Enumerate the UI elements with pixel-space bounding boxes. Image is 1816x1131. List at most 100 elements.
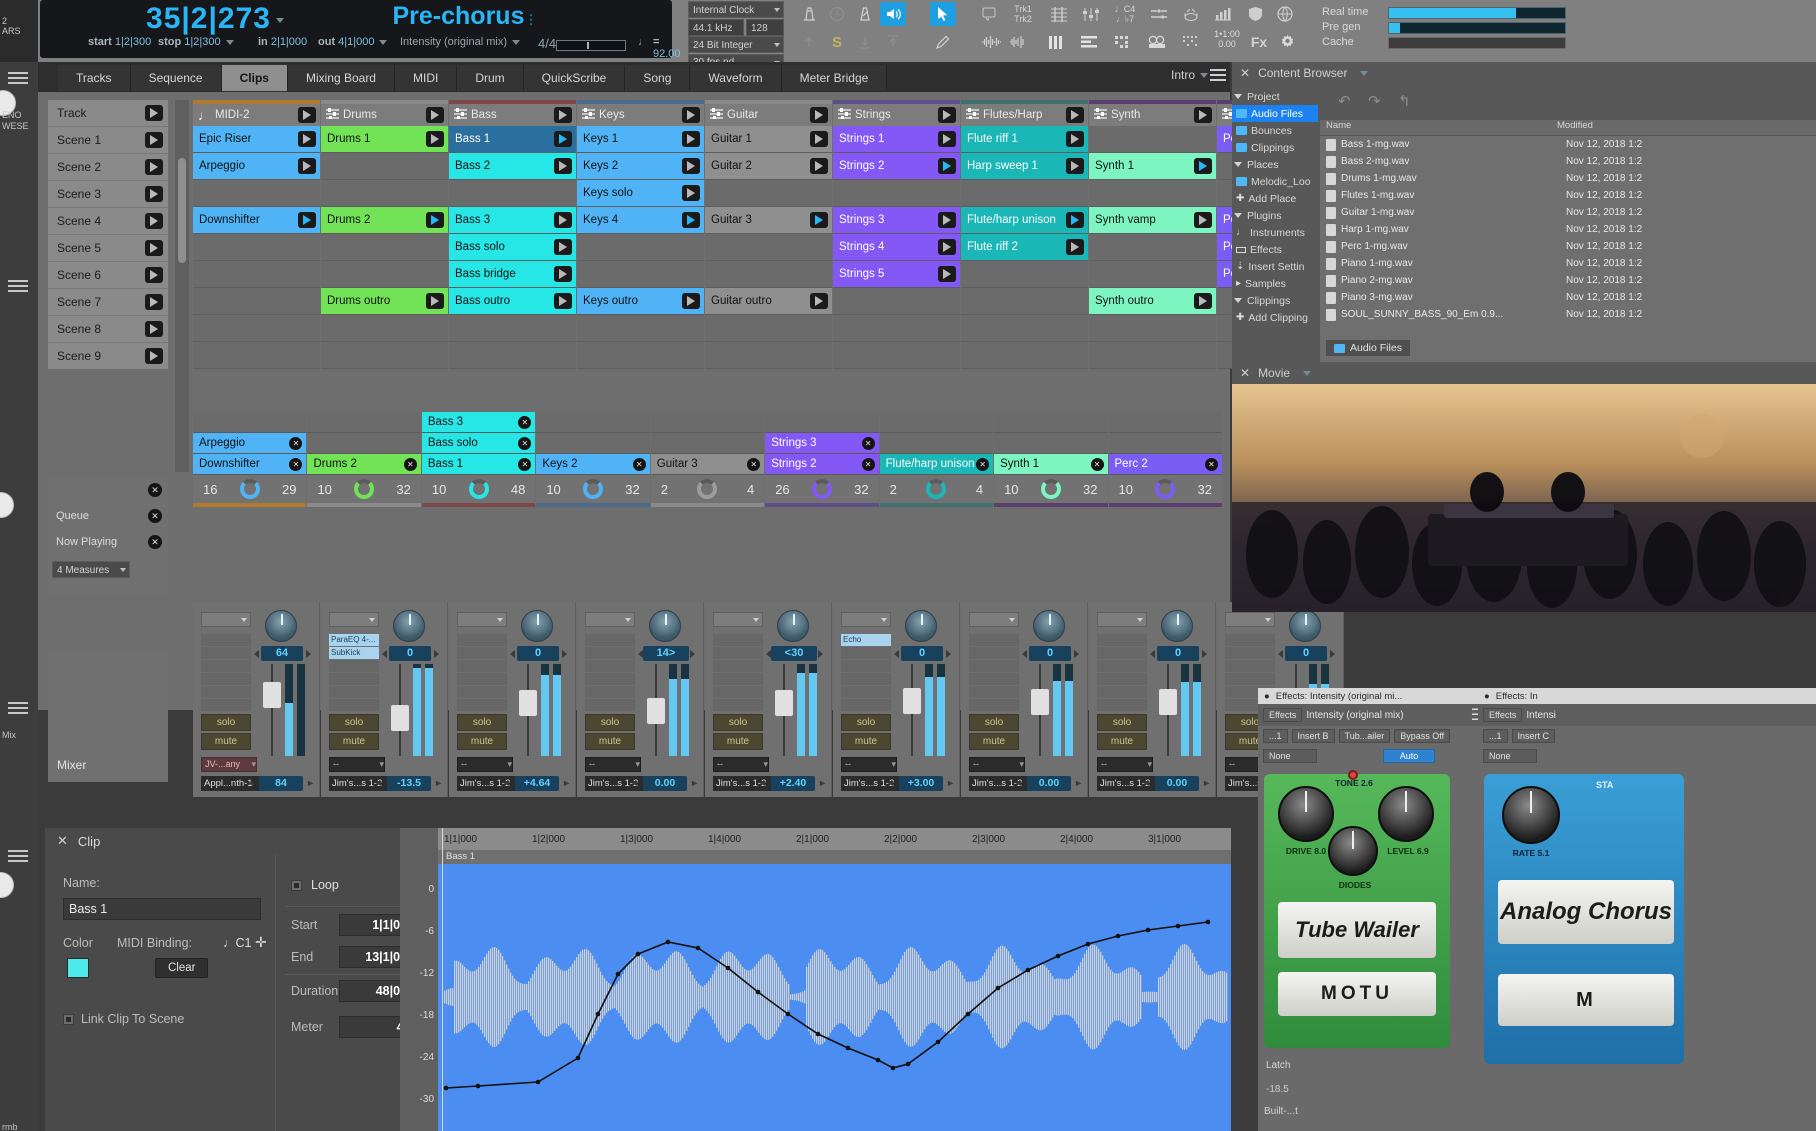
clip-cell[interactable]: Keys 1 [577,126,704,153]
insert-slot-2[interactable] [841,647,891,659]
file-row[interactable]: Bass 2-mg.wav Nov 12, 2018 1:2 [1320,153,1816,170]
now-playing-empty[interactable] [994,433,1108,454]
volume-decrement[interactable]: ◄ [1142,778,1151,788]
clip-cell-empty[interactable] [321,180,448,207]
clip-play-button[interactable] [554,131,572,147]
increment-arrow[interactable] [946,650,951,658]
pencil-tool-icon[interactable] [930,30,956,54]
clip-cell-empty[interactable] [1089,180,1216,207]
clip-play-button[interactable] [554,158,572,174]
midi-binding-value[interactable]: ♩C1 [223,936,251,950]
clock-icon[interactable] [824,2,850,26]
file-row[interactable]: Harp 1-mg.wav Nov 12, 2018 1:2 [1320,221,1816,238]
insert-slot-3[interactable] [841,660,891,672]
mute-button[interactable]: mute [1097,733,1147,750]
column-header[interactable]: Keys [577,104,704,126]
clip-cell-empty[interactable] [705,261,832,288]
rate-knob[interactable] [1502,786,1560,844]
volume-increment[interactable]: ► [946,778,955,788]
clip-cell[interactable]: Strings 4 [833,234,960,261]
clip-cell[interactable]: Strings 2 [833,153,960,180]
solo-button[interactable]: solo [841,714,891,731]
fx-icon[interactable]: Fx [1246,30,1272,54]
volume-decrement[interactable]: ◄ [630,778,639,788]
send-value[interactable]: 0 [1029,646,1071,661]
clip-play-button[interactable] [810,293,828,309]
send-value[interactable]: 0 [1157,646,1199,661]
slot-select[interactable]: ...1 [1263,729,1288,743]
clip-play-button[interactable] [810,158,828,174]
scene-play-button[interactable] [145,348,163,364]
close-icon[interactable]: ✕ [861,457,875,471]
volume-increment[interactable]: ► [562,778,571,788]
clips-vertical-scrollbar[interactable] [175,100,189,472]
output-select[interactable]: --▾ [457,757,513,772]
clip-cell-empty[interactable] [1089,261,1216,288]
tab-waveform[interactable]: Waveform [690,65,782,91]
insert-slot-5[interactable] [201,686,251,698]
clip-cell-empty[interactable] [193,342,320,369]
volume-value[interactable]: +4.64 [515,776,559,791]
volume-decrement[interactable]: ◄ [246,778,255,788]
solo-button[interactable]: solo [329,714,379,731]
clip-cell[interactable]: Arpeggio [193,153,320,180]
insert-slot-4[interactable] [457,673,507,685]
shield-icon[interactable] [1242,2,1268,26]
track-play-button[interactable] [1194,107,1212,123]
insert-slot-1[interactable]: ParaEQ 4-... [329,634,379,646]
output-select[interactable]: --▾ [713,757,769,772]
insert-slot-3[interactable] [201,660,251,672]
close-icon[interactable]: ✕ [632,457,646,471]
now-playing-empty[interactable] [193,412,307,433]
increment-arrow[interactable] [562,650,567,658]
now-playing-clip[interactable]: Bass 3 ✕ [421,412,536,433]
send-value[interactable]: <30 [771,646,817,661]
scene-row-4[interactable]: Scene 4 [48,207,168,234]
clip-cell[interactable]: Flute riff 2 [961,234,1088,261]
volume-fader[interactable] [1159,689,1177,716]
insert-slot-2[interactable] [713,647,763,659]
scene-row-2[interactable]: Scene 2 [48,153,168,180]
playhead[interactable] [442,828,443,1131]
volume-value[interactable]: +3.00 [899,776,943,791]
record-arm-icon[interactable] [796,30,822,54]
preset-name[interactable]: Intensity (original mix) [1306,710,1403,721]
chord-icon[interactable]: ♩C4 ♩♭7 [1110,0,1140,28]
start-value[interactable]: 1|2|300 [115,36,151,48]
track-play-button[interactable] [682,107,700,123]
volume-decrement[interactable]: ◄ [1014,778,1023,788]
clip-cell[interactable]: Synth 1 [1089,153,1216,180]
gear-icon[interactable] [1274,30,1300,54]
now-playing-clip[interactable]: Flute/harp unison ✕ [879,454,994,475]
scene-row-5[interactable]: Scene 5 [48,234,168,261]
mute-button[interactable]: mute [201,733,251,750]
clip-cell-empty[interactable] [577,234,704,261]
tab-tracks[interactable]: Tracks [58,65,131,91]
clip-play-button[interactable] [554,293,572,309]
input-select[interactable] [1097,612,1147,627]
now-playing-empty[interactable] [879,433,994,454]
punch-in-icon[interactable] [852,30,878,54]
tab-drum[interactable]: Drum [457,65,524,91]
tree-node-clippings[interactable]: Clippings [1232,292,1318,309]
send-knob[interactable] [905,610,937,642]
stop-value[interactable]: 1|2|300 [184,36,220,48]
tab-midi[interactable]: MIDI [394,65,458,91]
event-list-icon[interactable] [1076,30,1102,54]
menu-icon-2[interactable] [8,280,28,294]
metronome-click-icon[interactable] [796,2,822,26]
clip-cell-empty[interactable] [705,342,832,369]
clip-cell[interactable]: Bass outro [449,288,576,315]
now-playing-clip[interactable]: Synth 1 ✕ [994,454,1108,475]
decrement-arrow[interactable] [894,650,899,658]
clip-play-button[interactable] [298,131,316,147]
intensity-selector[interactable]: Intensity (original mix) [400,36,507,48]
clock-source-select[interactable]: Internal Clock [688,1,784,18]
solo-icon[interactable]: S [824,30,850,54]
insert-slot-2[interactable] [201,647,251,659]
solo-button[interactable]: solo [1097,714,1147,731]
increment-arrow[interactable] [818,650,823,658]
tempo-slider[interactable] [556,39,626,51]
tree-node-effects[interactable]: Effects [1232,241,1318,258]
clip-cell-empty[interactable] [449,180,576,207]
